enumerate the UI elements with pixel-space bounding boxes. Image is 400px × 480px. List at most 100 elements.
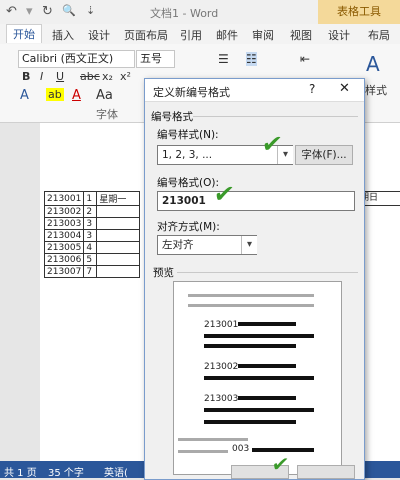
table-row[interactable]: 213007 7 [43, 265, 141, 278]
tab-insert[interactable]: 插入 [52, 27, 74, 43]
font-group-label: 字体 [96, 108, 118, 121]
ribbon-tabs: 开始 插入 设计 页面布局 引用 邮件 审阅 视图 设计 布局 [0, 24, 400, 45]
print-preview-icon[interactable]: 🔍 [62, 4, 76, 17]
preview-line [238, 364, 296, 368]
checkmark-icon: ✔ [270, 452, 291, 476]
redo-icon[interactable]: ↻ [42, 4, 53, 19]
preview-number: 003 [232, 444, 250, 454]
table-cell-day[interactable]: 星期一 [96, 191, 141, 206]
preview-line [204, 344, 296, 348]
help-icon[interactable]: ? [309, 82, 315, 96]
text-effects-icon[interactable]: A [20, 88, 29, 103]
preview-line [188, 294, 314, 297]
preview-line [204, 420, 296, 424]
undo-icon[interactable]: ↶ [6, 4, 17, 19]
table-row[interactable]: 213003 3 [43, 217, 141, 230]
number-format-input[interactable]: 213001 [157, 191, 355, 211]
bullets-icon[interactable]: ☰ [218, 52, 229, 66]
preview-divider [177, 272, 358, 273]
table-row[interactable]: 213004 3 [43, 229, 141, 242]
preview-line [238, 322, 296, 326]
font-name-select[interactable]: Calibri (西文正文) [18, 50, 135, 68]
table-cell-number[interactable]: 7 [83, 265, 98, 278]
table-cell-day[interactable] [96, 241, 141, 254]
underline-button[interactable]: U [56, 70, 64, 83]
font-color-icon[interactable]: A [72, 88, 81, 103]
section-divider [193, 116, 358, 117]
checkmark-icon: ✔ [212, 180, 237, 208]
tab-view[interactable]: 视图 [290, 27, 312, 43]
table-cell-number[interactable]: 2 [83, 205, 98, 218]
section-label: 编号格式 [151, 111, 193, 123]
table-row[interactable]: 213005 4 [43, 241, 141, 254]
tab-review[interactable]: 审阅 [252, 27, 274, 43]
table-cell-number[interactable]: 4 [83, 241, 98, 254]
language-status[interactable]: 英语( [104, 464, 128, 479]
table-cell-day[interactable] [96, 205, 141, 218]
number-format-label: 编号格式(O): [157, 177, 219, 189]
superscript-button[interactable]: x² [120, 70, 131, 83]
preview-number: 213001 [204, 320, 239, 330]
tab-mailings[interactable]: 邮件 [216, 27, 238, 43]
customize-quick-access-icon[interactable]: ⇣ [86, 4, 95, 17]
close-icon[interactable]: ✕ [339, 81, 350, 96]
table-cell-number[interactable]: 3 [83, 217, 98, 230]
tab-table-layout[interactable]: 布局 [368, 27, 390, 43]
table-cell-id[interactable]: 213005 [43, 241, 85, 254]
preview-number: 213002 [204, 362, 239, 372]
table-cell-id[interactable]: 213002 [43, 205, 85, 218]
numbering-icon[interactable]: ☷ [246, 52, 257, 66]
tab-page-layout[interactable]: 页面布局 [124, 27, 168, 43]
table-cell-day[interactable] [96, 265, 141, 278]
tab-home[interactable]: 开始 [6, 24, 42, 43]
preview-line [178, 438, 248, 441]
table-row[interactable]: 213006 5 [43, 253, 141, 266]
table-cell-id[interactable]: 213006 [43, 253, 85, 266]
preview-line [204, 376, 314, 380]
decrease-indent-icon[interactable]: ⇤ [300, 52, 310, 66]
cancel-button[interactable] [297, 465, 355, 479]
preview-number: 213003 [204, 394, 239, 404]
table-cell-day[interactable] [96, 253, 141, 266]
preview-pane: 213001 213002 213003 003 [173, 281, 342, 475]
table-cell-id[interactable]: 213001 [43, 191, 85, 206]
dialog-title: 定义新编号格式 [153, 86, 230, 99]
table-cell-number[interactable]: 5 [83, 253, 98, 266]
table-cell-id[interactable]: 213003 [43, 217, 85, 230]
table-cell-number[interactable]: 3 [83, 229, 98, 242]
font-size-select[interactable]: 五号 [136, 50, 175, 68]
styles-icon[interactable]: A [366, 52, 380, 76]
tab-references[interactable]: 引用 [180, 27, 202, 43]
table-cell-id[interactable]: 213007 [43, 265, 85, 278]
page-count[interactable]: 共 1 页 [4, 464, 37, 479]
tab-table-design[interactable]: 设计 [328, 27, 350, 43]
change-case-icon[interactable]: Aa [96, 88, 113, 103]
preview-line [238, 396, 296, 400]
checkmark-icon: ✔ [260, 130, 285, 158]
preview-line [204, 334, 314, 338]
table-cell-day[interactable] [96, 229, 141, 242]
preview-line [178, 450, 228, 453]
table-row[interactable]: 213001 1 星期一 [43, 191, 141, 206]
dialog-title-bar: 定义新编号格式 ? ✕ [145, 79, 364, 102]
subscript-button[interactable]: x₂ [102, 70, 113, 83]
styles-label: 样式 [365, 84, 387, 97]
tab-design[interactable]: 设计 [88, 27, 110, 43]
dropdown-icon[interactable]: ▾ [26, 4, 33, 19]
table-row[interactable]: 213002 2 [43, 205, 141, 218]
table-cell-number[interactable]: 1 [83, 191, 98, 206]
chevron-down-icon[interactable]: ▾ [241, 236, 257, 254]
strikethrough-button[interactable]: abc [80, 70, 100, 83]
preview-label: 预览 [153, 267, 174, 279]
font-button[interactable]: 字体(F)... [295, 145, 353, 165]
table-cell-day[interactable] [96, 217, 141, 230]
highlight-icon[interactable]: ab [46, 88, 64, 101]
table-cell-id[interactable]: 213004 [43, 229, 85, 242]
title-bar: ↶ ▾ ↻ 🔍 ⇣ 文档1 - Word 表格工具 [0, 0, 400, 24]
number-style-label: 编号样式(N): [157, 129, 219, 141]
bold-button[interactable]: B [22, 70, 30, 83]
table-tools-context-tab: 表格工具 [318, 0, 400, 24]
document-table[interactable]: 213001 1 星期一 213002 2 213003 3 213004 3 213005 4 21… [43, 191, 141, 278]
italic-button[interactable]: I [40, 70, 43, 83]
word-count[interactable]: 35 个字 [48, 464, 84, 479]
